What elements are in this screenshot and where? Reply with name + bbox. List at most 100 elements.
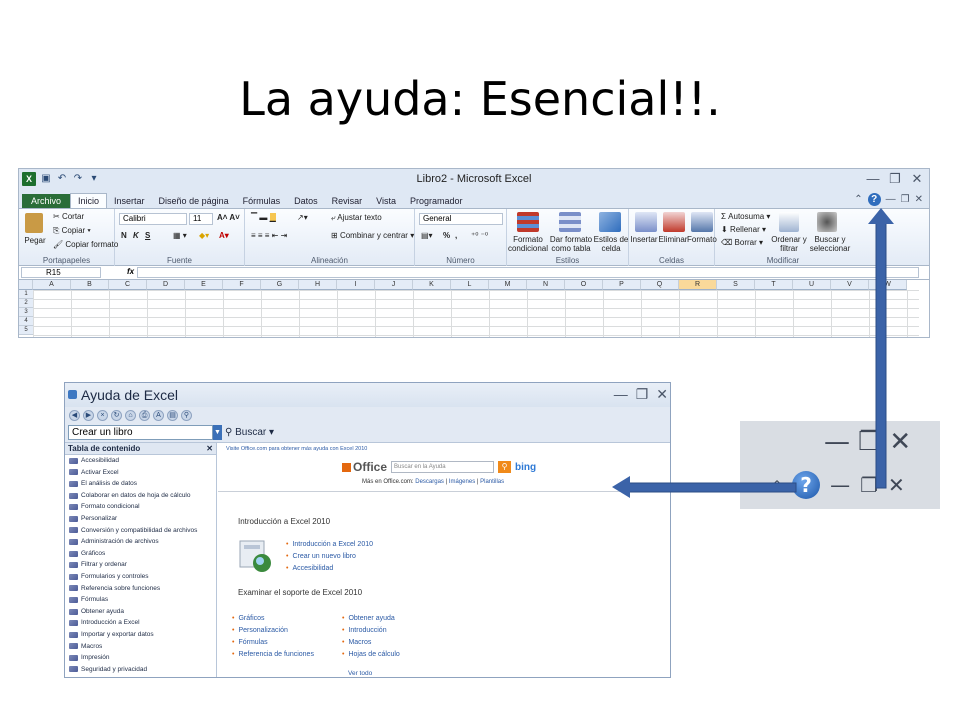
wrap-text-button[interactable]: ⤶ Ajustar texto bbox=[331, 213, 382, 223]
sort-filter-icon[interactable] bbox=[779, 212, 799, 232]
autosum-button[interactable]: Σ Autosuma ▾ bbox=[721, 212, 770, 221]
back-icon[interactable]: ◀ bbox=[69, 409, 80, 421]
column-header[interactable]: T bbox=[755, 280, 793, 290]
column-header[interactable]: K bbox=[413, 280, 451, 290]
support-link-hojas[interactable]: Hojas de cálculo bbox=[342, 651, 399, 658]
toc-item[interactable]: Referencia sobre funciones bbox=[65, 583, 216, 595]
fill-color-icon[interactable]: ◆▾ bbox=[199, 231, 209, 240]
clear-button[interactable]: ⌫ Borrar ▾ bbox=[721, 238, 763, 247]
conditional-format-icon[interactable] bbox=[517, 212, 539, 232]
delete-cells-button[interactable]: Eliminar bbox=[657, 235, 689, 244]
column-header[interactable]: O bbox=[565, 280, 603, 290]
help-minimize-icon[interactable]: — bbox=[614, 386, 628, 402]
column-header[interactable]: N bbox=[527, 280, 565, 290]
comma-icon[interactable]: , bbox=[455, 231, 457, 240]
tab-diseno-pagina[interactable]: Diseño de página bbox=[152, 194, 236, 208]
toc-item[interactable]: Obtener ayuda bbox=[65, 606, 216, 618]
toc-item[interactable]: Fórmulas bbox=[65, 594, 216, 606]
insert-cells-icon[interactable] bbox=[635, 212, 657, 232]
toc-item[interactable]: Filtrar y ordenar bbox=[65, 559, 216, 571]
align-top-icons[interactable]: ▔ ▬ ▁ bbox=[251, 213, 276, 222]
minimize-ribbon-icon[interactable]: ⌃ bbox=[854, 194, 862, 205]
office-search-icon[interactable]: ⚲ bbox=[498, 461, 512, 473]
name-box[interactable]: R15 bbox=[21, 267, 101, 278]
tab-vista[interactable]: Vista bbox=[369, 194, 403, 208]
print-icon[interactable]: ⎙ bbox=[139, 409, 150, 421]
grow-font-icon[interactable]: A˄ A˅ bbox=[217, 213, 240, 222]
column-header[interactable]: B bbox=[71, 280, 109, 290]
close-icon[interactable]: ✕ bbox=[909, 171, 925, 187]
merge-center-button[interactable]: ⊞ Combinar y centrar ▾ bbox=[331, 231, 414, 240]
orientation-icon[interactable]: ↗▾ bbox=[297, 213, 308, 222]
paste-icon[interactable] bbox=[25, 213, 43, 233]
help-restore-icon[interactable]: ❐ bbox=[636, 386, 649, 402]
minimize-icon[interactable]: — bbox=[865, 171, 881, 187]
font-size-select[interactable]: 11 bbox=[189, 213, 213, 225]
toc-item[interactable]: Personalizar bbox=[65, 513, 216, 525]
cell-styles-button[interactable]: Estilos de celda bbox=[593, 235, 629, 253]
bold-button[interactable]: N bbox=[121, 231, 127, 240]
formula-input[interactable] bbox=[137, 267, 919, 278]
row-header[interactable]: 2 bbox=[19, 299, 33, 308]
column-header[interactable]: M bbox=[489, 280, 527, 290]
select-all-corner[interactable] bbox=[19, 280, 33, 290]
format-cells-button[interactable]: Formato bbox=[687, 235, 717, 244]
column-header[interactable]: U bbox=[793, 280, 831, 290]
tab-programador[interactable]: Programador bbox=[403, 194, 470, 208]
font-name-select[interactable]: Calibri bbox=[119, 213, 187, 225]
support-link-macros[interactable]: Macros bbox=[342, 639, 371, 646]
support-link-introduccion[interactable]: Introducción bbox=[342, 627, 386, 634]
pin-icon[interactable]: ⚲ bbox=[181, 409, 192, 421]
fx-icon[interactable]: fx bbox=[127, 267, 134, 276]
format-cells-icon[interactable] bbox=[691, 212, 713, 232]
toc-item[interactable]: Colaborar en datos de hoja de cálculo bbox=[65, 490, 216, 502]
link-imagenes[interactable]: Imágenes bbox=[449, 479, 475, 485]
support-link-referencia[interactable]: Referencia de funciones bbox=[232, 651, 314, 658]
see-all-link[interactable]: Ver todo bbox=[348, 670, 372, 677]
row-header[interactable]: 4 bbox=[19, 317, 33, 326]
decimal-icons[interactable]: ⁺⁰ ⁻⁰ bbox=[471, 231, 488, 240]
help-search-button[interactable]: ⚲ Buscar ▾ bbox=[225, 427, 274, 438]
worksheet-grid[interactable]: ABCDEFGHIJKLMNOPQRSTUVW 12345 bbox=[19, 280, 929, 337]
toc-item[interactable]: Gráficos bbox=[65, 548, 216, 560]
font-size-icon[interactable]: A bbox=[153, 409, 164, 421]
column-header[interactable]: J bbox=[375, 280, 413, 290]
sort-filter-button[interactable]: Ordenar y filtrar bbox=[769, 235, 809, 253]
column-header[interactable]: G bbox=[261, 280, 299, 290]
toc-item[interactable]: Activar Excel bbox=[65, 467, 216, 479]
column-header[interactable]: S bbox=[717, 280, 755, 290]
workbook-minimize-icon[interactable]: — bbox=[886, 194, 896, 205]
support-link-graficos[interactable]: Gráficos bbox=[232, 615, 264, 622]
toc-item[interactable]: Administración de archivos bbox=[65, 536, 216, 548]
column-header[interactable]: D bbox=[147, 280, 185, 290]
workbook-restore-icon[interactable]: ❐ bbox=[901, 194, 910, 205]
column-header[interactable]: V bbox=[831, 280, 869, 290]
percent-button[interactable]: % bbox=[443, 231, 450, 240]
search-dropdown-icon[interactable]: ▼ bbox=[213, 425, 222, 440]
link-plantillas[interactable]: Plantillas bbox=[480, 479, 504, 485]
column-header[interactable]: I bbox=[337, 280, 375, 290]
toc-icon[interactable]: ▤ bbox=[167, 409, 178, 421]
number-format-select[interactable]: General bbox=[419, 213, 503, 225]
format-table-icon[interactable] bbox=[559, 212, 581, 232]
find-select-icon[interactable] bbox=[817, 212, 837, 232]
fill-button[interactable]: ⬇ Rellenar ▾ bbox=[721, 225, 766, 234]
toc-item[interactable]: Introducción a Excel bbox=[65, 617, 216, 629]
support-link-obtener-ayuda[interactable]: Obtener ayuda bbox=[342, 615, 394, 622]
office-com-link[interactable]: Visite Office.com para obtener más ayuda… bbox=[226, 446, 367, 452]
toc-item[interactable]: Conversión y compatibilidad de archivos bbox=[65, 525, 216, 537]
row-header[interactable]: 5 bbox=[19, 326, 33, 335]
toc-item[interactable]: Formularios y controles bbox=[65, 571, 216, 583]
column-header[interactable]: A bbox=[33, 280, 71, 290]
tab-inicio[interactable]: Inicio bbox=[70, 193, 108, 208]
tab-insertar[interactable]: Insertar bbox=[107, 194, 152, 208]
column-header[interactable]: Q bbox=[641, 280, 679, 290]
format-table-button[interactable]: Dar formato como tabla bbox=[549, 235, 593, 253]
intro-link-3[interactable]: Accesibilidad bbox=[286, 565, 333, 572]
align-left-icons[interactable]: ≡ ≡ ≡ ⇤ ⇥ bbox=[251, 231, 287, 240]
toc-close-icon[interactable]: ✕ bbox=[206, 443, 213, 455]
find-select-button[interactable]: Buscar y seleccionar bbox=[809, 235, 851, 253]
restore-icon[interactable]: ❐ bbox=[887, 171, 903, 187]
column-header[interactable]: L bbox=[451, 280, 489, 290]
format-painter-button[interactable]: 🖌 Copiar formato bbox=[53, 240, 118, 249]
